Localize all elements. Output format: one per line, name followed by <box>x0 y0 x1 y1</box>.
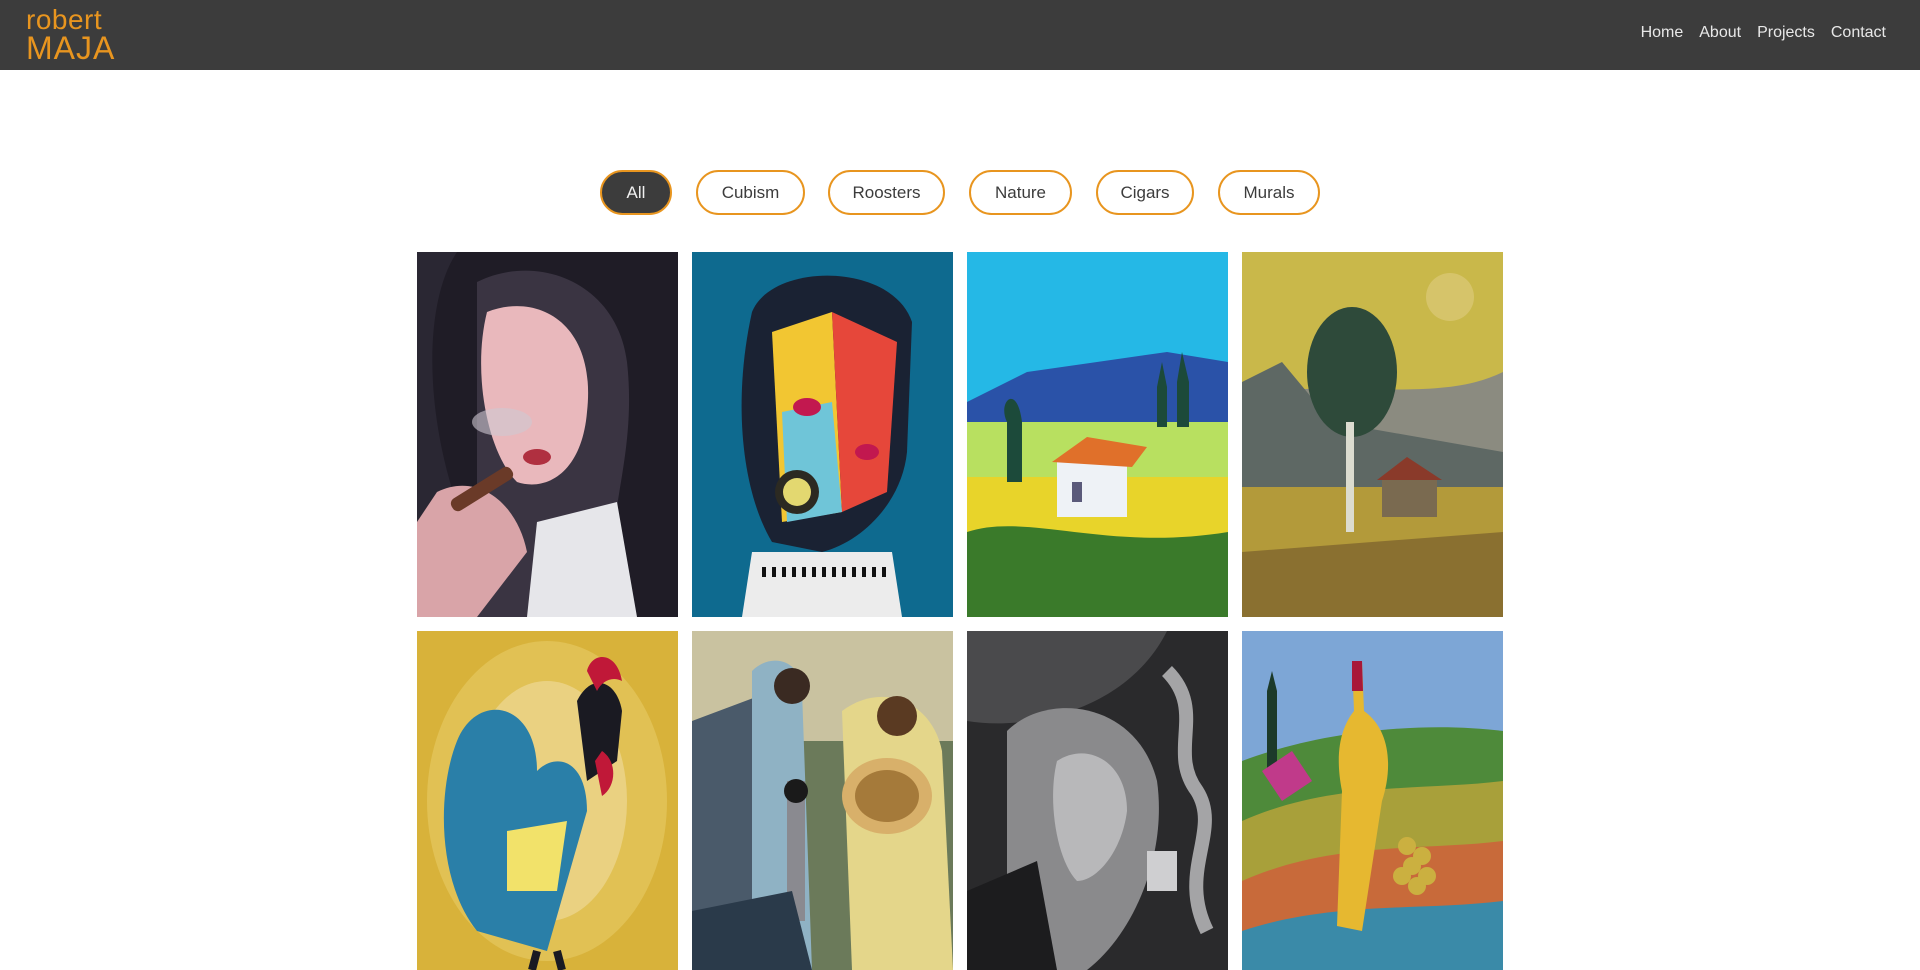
filter-bar: All Cubism Roosters Nature Cigars Murals <box>0 170 1920 215</box>
gallery-item-tree-landscape[interactable] <box>1242 252 1503 617</box>
musicians-image <box>692 631 953 970</box>
gallery-item-woman-cigar[interactable] <box>417 252 678 617</box>
woman-smoking-cigar-image <box>417 252 678 617</box>
gallery-item-smoke-portrait[interactable] <box>967 631 1228 970</box>
nav-contact[interactable]: Contact <box>1831 24 1886 42</box>
filter-cigars-button[interactable]: Cigars <box>1096 170 1194 215</box>
gallery-item-wine-vineyard[interactable] <box>1242 631 1503 970</box>
main-nav: Home About Projects Contact <box>1641 24 1886 42</box>
cubist-faces-pipe-image <box>692 252 953 617</box>
gallery-item-cubist-faces[interactable] <box>692 252 953 617</box>
brand-logo[interactable]: robert MAJA <box>26 6 116 66</box>
top-navbar: robert MAJA Home About Projects Contact <box>0 0 1920 70</box>
filter-all-button[interactable]: All <box>600 170 672 215</box>
wine-bottle-vineyard-image <box>1242 631 1503 970</box>
nav-about[interactable]: About <box>1699 24 1741 42</box>
logo-line-last: MAJA <box>26 30 116 66</box>
gallery-item-musicians[interactable] <box>692 631 953 970</box>
filter-murals-button[interactable]: Murals <box>1218 170 1320 215</box>
gallery-item-house-landscape[interactable] <box>967 252 1228 617</box>
tree-house-landscape-image <box>1242 252 1503 617</box>
landscape-house-image <box>967 252 1228 617</box>
gallery-item-rooster[interactable] <box>417 631 678 970</box>
smoke-portrait-image <box>967 631 1228 970</box>
rooster-image <box>417 631 678 970</box>
filter-cubism-button[interactable]: Cubism <box>696 170 805 215</box>
filter-nature-button[interactable]: Nature <box>969 170 1072 215</box>
nav-projects[interactable]: Projects <box>1757 24 1815 42</box>
filter-roosters-button[interactable]: Roosters <box>828 170 945 215</box>
nav-home[interactable]: Home <box>1641 24 1684 42</box>
